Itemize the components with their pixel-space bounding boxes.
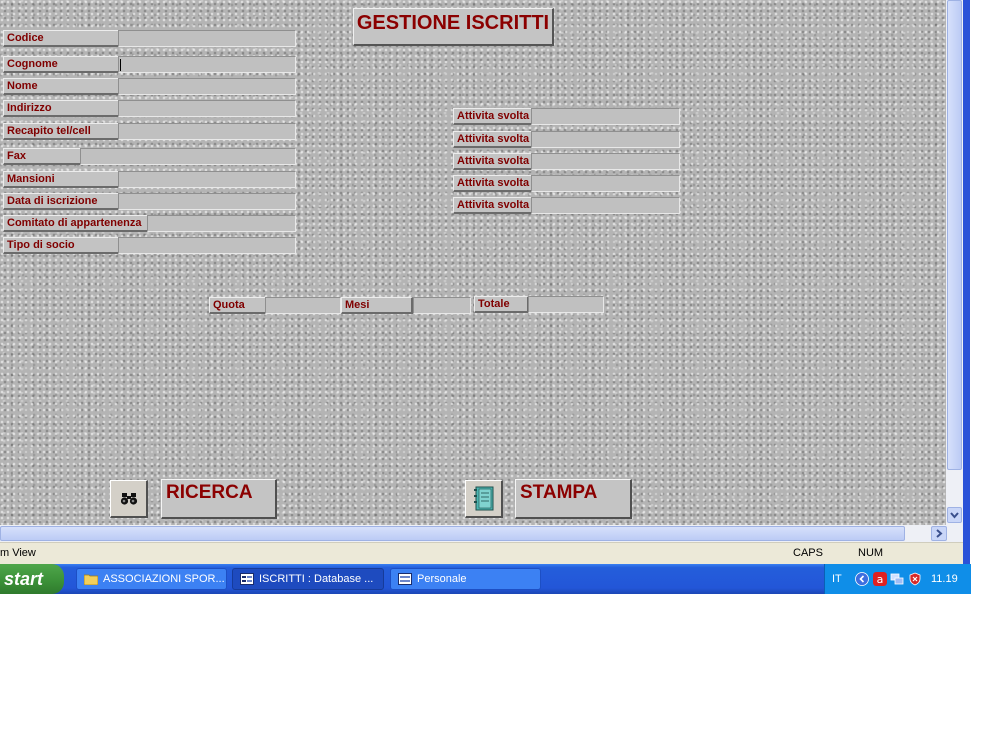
label-indirizzo: Indirizzo bbox=[3, 100, 120, 117]
input-codice[interactable] bbox=[118, 30, 296, 47]
notebook-button[interactable] bbox=[465, 480, 503, 518]
form-icon bbox=[398, 573, 412, 585]
input-comitato[interactable] bbox=[147, 215, 296, 232]
caps-indicator: CAPS bbox=[793, 547, 823, 559]
antivirus-icon[interactable]: a bbox=[873, 572, 887, 586]
label-cognome: Cognome bbox=[3, 56, 120, 73]
vertical-scroll-thumb[interactable] bbox=[947, 0, 962, 470]
form-title: GESTIONE ISCRITTI bbox=[353, 8, 554, 46]
taskbar: start ASSOCIAZIONI SPOR... ISCRITTI : Da… bbox=[0, 564, 971, 594]
input-mesi[interactable] bbox=[413, 297, 471, 314]
label-attivita-4: Attivita svolta bbox=[453, 175, 533, 192]
label-attivita-2: Attivita svolta bbox=[453, 131, 533, 148]
status-bar: m View CAPS NUM bbox=[0, 542, 963, 564]
vertical-scrollbar[interactable] bbox=[946, 0, 963, 525]
input-indirizzo[interactable] bbox=[118, 100, 296, 117]
label-mansioni: Mansioni bbox=[3, 171, 120, 188]
language-indicator[interactable]: IT bbox=[832, 573, 842, 585]
tray-expand-icon[interactable] bbox=[855, 572, 869, 586]
binoculars-icon bbox=[120, 493, 138, 505]
input-attivita-3[interactable] bbox=[531, 153, 680, 170]
folder-icon bbox=[84, 574, 98, 585]
system-tray: IT a 11.19 bbox=[824, 564, 971, 594]
label-comitato: Comitato di appartenenza bbox=[3, 215, 149, 232]
binoculars-button[interactable] bbox=[110, 480, 148, 518]
stampa-button[interactable]: STAMPA bbox=[515, 479, 632, 519]
text-caret bbox=[120, 59, 121, 71]
input-mansioni[interactable] bbox=[118, 171, 296, 188]
input-recapito[interactable] bbox=[118, 123, 296, 140]
horizontal-scroll-thumb[interactable] bbox=[0, 526, 905, 541]
input-data-iscrizione[interactable] bbox=[118, 193, 296, 210]
start-button[interactable]: start bbox=[0, 564, 64, 594]
input-tipo-socio[interactable] bbox=[118, 237, 296, 254]
form-area: GESTIONE ISCRITTI Codice Cognome Nome In… bbox=[0, 0, 946, 525]
scroll-right-arrow[interactable] bbox=[931, 526, 947, 541]
label-codice: Codice bbox=[3, 30, 120, 47]
scroll-down-arrow[interactable] bbox=[947, 507, 962, 523]
clock: 11.19 bbox=[931, 573, 958, 585]
network-icon[interactable] bbox=[890, 572, 904, 586]
svg-text:a: a bbox=[877, 573, 884, 586]
chevron-right-icon bbox=[936, 529, 943, 538]
input-attivita-4[interactable] bbox=[531, 175, 680, 192]
task-associazioni[interactable]: ASSOCIAZIONI SPOR... bbox=[76, 568, 227, 590]
label-mesi: Mesi bbox=[341, 297, 413, 314]
label-attivita-5: Attivita svolta bbox=[453, 197, 533, 214]
input-cognome[interactable] bbox=[118, 56, 296, 73]
chevron-down-icon bbox=[950, 512, 959, 519]
label-tipo-socio: Tipo di socio bbox=[3, 237, 120, 254]
input-fax[interactable] bbox=[80, 148, 296, 165]
label-nome: Nome bbox=[3, 78, 120, 95]
input-attivita-1[interactable] bbox=[531, 108, 680, 125]
security-shield-icon[interactable] bbox=[908, 572, 922, 586]
task-iscritti-database[interactable]: ISCRITTI : Database ... bbox=[232, 568, 384, 590]
status-text: m View bbox=[0, 547, 36, 559]
num-indicator: NUM bbox=[858, 547, 884, 559]
window-frame-edge bbox=[963, 0, 970, 565]
label-recapito: Recapito tel/cell bbox=[3, 123, 120, 140]
label-fax: Fax bbox=[3, 148, 82, 165]
label-attivita-1: Attivita svolta bbox=[453, 108, 533, 125]
ricerca-button[interactable]: RICERCA bbox=[161, 479, 277, 519]
task-label: ISCRITTI : Database ... bbox=[259, 573, 374, 585]
input-attivita-2[interactable] bbox=[531, 131, 680, 148]
label-data-iscrizione: Data di iscrizione bbox=[3, 193, 120, 210]
database-form-icon bbox=[240, 573, 254, 585]
input-attivita-5[interactable] bbox=[531, 197, 680, 214]
label-attivita-3: Attivita svolta bbox=[453, 153, 533, 170]
input-quota[interactable] bbox=[265, 297, 341, 314]
label-totale: Totale bbox=[474, 296, 529, 313]
task-label: ASSOCIAZIONI SPOR... bbox=[103, 573, 225, 585]
horizontal-scrollbar[interactable] bbox=[0, 525, 963, 542]
input-nome[interactable] bbox=[118, 78, 296, 95]
task-label: Personale bbox=[417, 573, 467, 585]
task-personale[interactable]: Personale bbox=[390, 568, 541, 590]
notebook-icon bbox=[474, 486, 494, 511]
input-totale[interactable] bbox=[528, 296, 604, 313]
